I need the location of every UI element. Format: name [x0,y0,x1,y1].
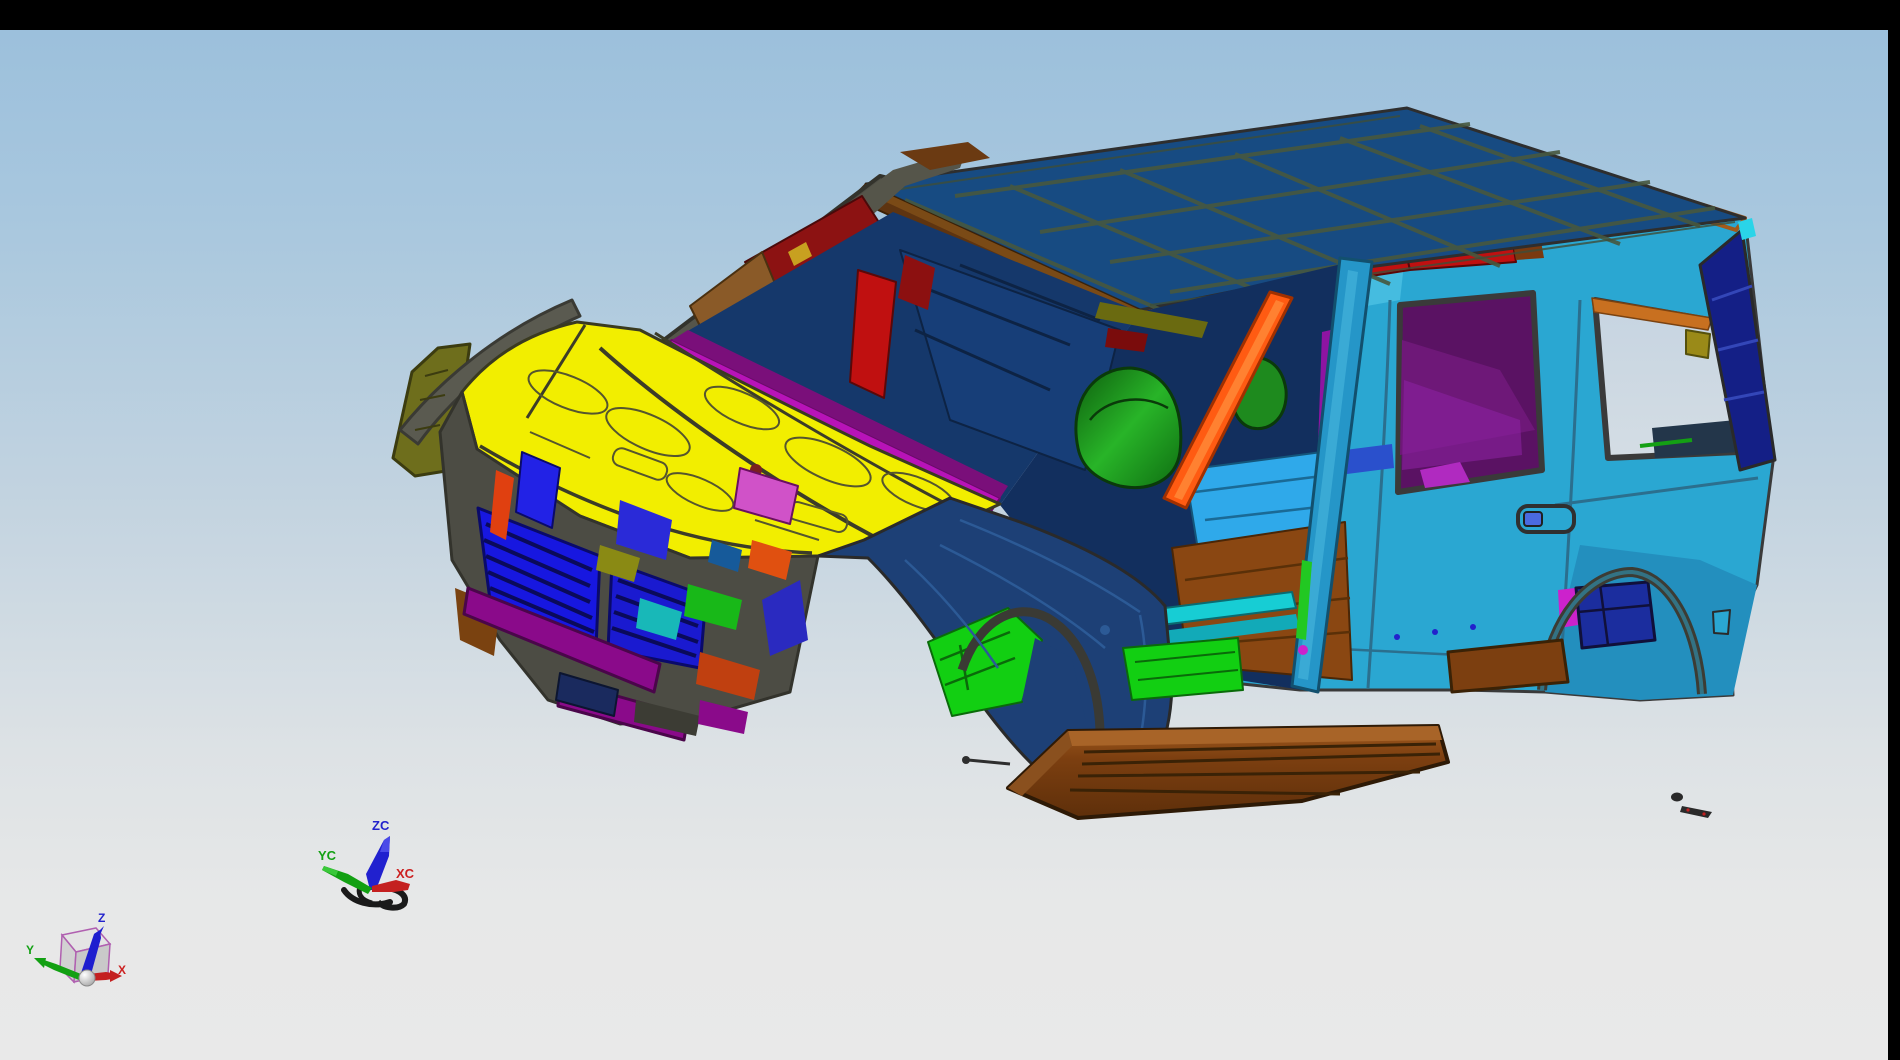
wcs-label-yc: YC [318,848,337,863]
view-label-y: Y [26,943,34,957]
floor-panels[interactable] [1123,638,1243,700]
wcs-label-xc: XC [396,866,415,881]
view-label-z: Z [98,911,105,925]
car-body-model[interactable] [393,108,1775,818]
application-window: ZC YC XC [0,0,1900,1060]
right-black-bar [1888,0,1900,1060]
top-black-bar [0,0,1900,30]
view-label-x: X [118,963,126,977]
loose-fasteners[interactable] [1671,793,1712,819]
wcs-label-zc: ZC [372,818,390,833]
viewport-3d[interactable]: ZC YC XC [0,30,1888,1060]
view-orient-triad[interactable]: Z Y X [26,911,126,986]
wcs-triad[interactable]: ZC YC XC [318,818,415,908]
rear-door-window-opening[interactable] [1398,293,1542,492]
